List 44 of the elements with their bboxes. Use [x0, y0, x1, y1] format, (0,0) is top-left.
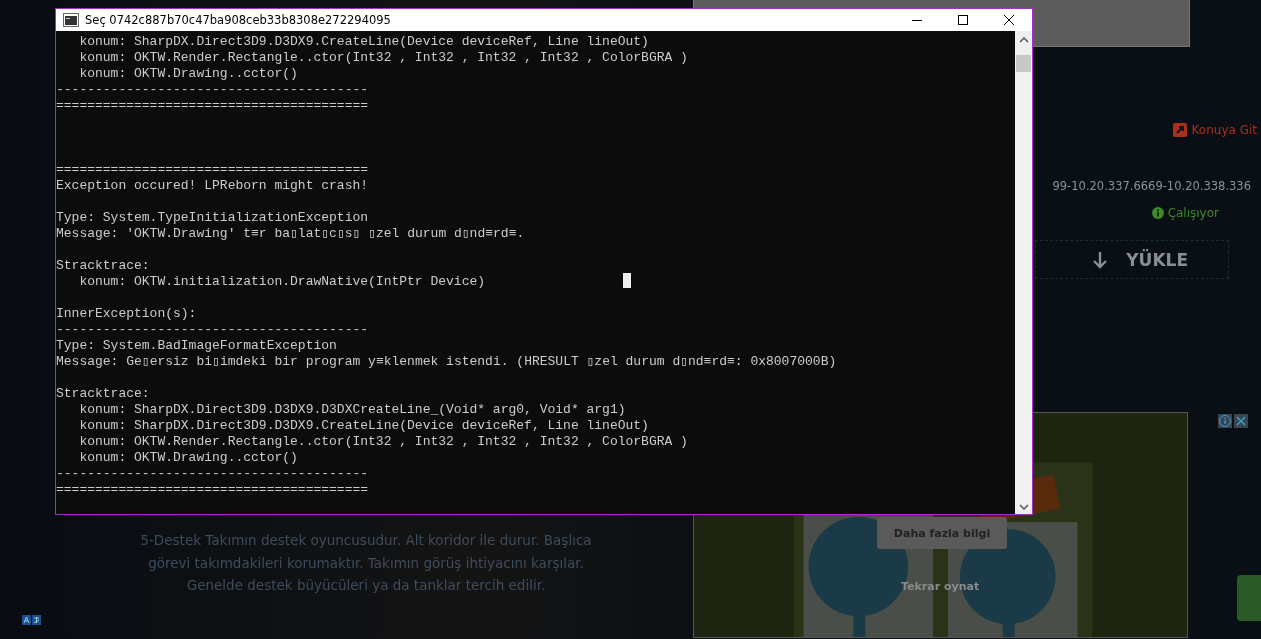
console-line: Message: 'OKTW.Drawing' t≡r ba▯lat▯c▯s▯ ▯zel durum d▯nd≡rd≡. [56, 226, 525, 242]
console-line: InnerException(s): [56, 306, 197, 322]
status-text: Çalışıyor [1167, 206, 1219, 220]
translate-icon[interactable] [22, 614, 42, 625]
topic-link[interactable]: Konuya Git [1172, 123, 1257, 137]
window-title: Seç 0742c887b70c47ba908ceb33b8308e272294095 [85, 13, 391, 27]
console-line: konum: OKTW.Render.Rectangle..ctor(Int32 , Int32 , Int32 , Int32 , ColorBGRA ) [78, 434, 688, 450]
scrollbar-thumb[interactable] [1016, 55, 1031, 72]
replay-label[interactable]: Tekrar oynat [901, 580, 980, 593]
console-line: ---------------------------------------- [56, 322, 369, 338]
close-icon [1003, 14, 1015, 26]
more-info-button[interactable]: Daha fazla bilgi [877, 517, 1007, 549]
console-line: ======================================== [56, 482, 369, 498]
info-icon[interactable] [1218, 414, 1232, 428]
version-text: 99-10.20.337.6669-10.20.338.336 [1052, 179, 1251, 193]
scrollbar[interactable] [1015, 31, 1032, 514]
console-line: konum: OKTW.Render.Rectangle..ctor(Int32 , Int32 , Int32 , Int32 , ColorBGRA ) [78, 50, 688, 66]
console-line: konum: OKTW.initialization.DrawNative(IntPtr Device) [78, 274, 486, 290]
close-icon[interactable] [1234, 414, 1248, 428]
text-cursor [623, 273, 631, 288]
down-arrow-icon [1092, 250, 1109, 269]
console-line: konum: SharpDX.Direct3D9.D3DX9.CreateLine(Device deviceRef, Line lineOut) [78, 34, 649, 50]
info-icon [1151, 207, 1164, 219]
console-line: ---------------------------------------- [56, 466, 369, 482]
external-link-icon [1172, 123, 1187, 137]
console-line: konum: SharpDX.Direct3D9.D3DX9.CreateLine(Device deviceRef, Line lineOut) [78, 418, 649, 434]
console-line: ======================================== [56, 98, 369, 114]
console-line: ======================================== [56, 162, 369, 178]
console-line: Message: Ge▯ersiz bi▯imdeki bir program y≡klenmek istendi. (HRESULT ▯zel durum d▯nd≡rd≡: 0x8007000B) [56, 354, 837, 370]
scroll-up-icon[interactable] [1018, 37, 1029, 43]
console-line: Exception occured! LPReborn might crash! [56, 178, 369, 194]
console-icon [63, 13, 79, 27]
console-line: konum: OKTW.Drawing..cctor() [78, 66, 298, 82]
maximize-icon [957, 14, 969, 26]
console-line: ---------------------------------------- [56, 82, 369, 98]
scroll-down-icon[interactable] [1018, 504, 1029, 510]
console-line: Stracktrace: [56, 258, 150, 274]
console-line: Type: System.TypeInitializationException [56, 210, 369, 226]
console-line: Type: System.BadImageFormatException [56, 338, 337, 354]
description-paragraph: 5-Destek Takımın destek oyuncusudur. Alt koridor ile durur. Başlıca görevi takımdakileri korumaktır. Takımın görüş ihtiyacını karşılar. Genelde destek büyücüleri ya da tanklar tercih edilir. [139, 531, 593, 595]
console-line: konum: OKTW.Drawing..cctor() [78, 450, 298, 466]
download-button[interactable]: YÜKLE [1035, 240, 1229, 279]
console-line: Stracktrace: [56, 386, 150, 402]
console-line: konum: SharpDX.Direct3D9.D3DX9.D3DXCreateLine_(Void* arg0, Void* arg1) [78, 402, 626, 418]
